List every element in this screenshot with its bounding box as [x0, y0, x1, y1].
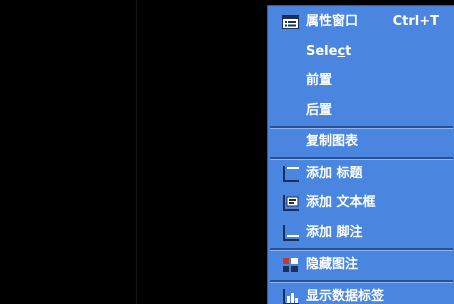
menu-item-label: 添加 脚注 — [306, 225, 363, 240]
add-footnote-icon — [281, 224, 301, 242]
menu-item-bring-to-front[interactable]: 前置 — [268, 67, 454, 95]
menu-item-send-to-back[interactable]: 后置 — [268, 97, 454, 125]
menu-item-add-title[interactable]: 添加 标题 — [268, 160, 454, 188]
add-textbox-icon — [281, 194, 301, 212]
menu-item-shortcut: Ctrl+T — [392, 14, 439, 29]
menu-item-label: 显示数据标签 — [306, 289, 385, 304]
chart-context-menu: 属性窗口 Ctrl+T Select 前置 后置 复制图表 添加 标题 添加 文… — [267, 5, 454, 304]
menu-item-add-textbox[interactable]: 添加 文本框 — [268, 189, 454, 217]
properties-window-icon — [281, 13, 301, 31]
menu-item-label: Select — [306, 44, 352, 59]
show-data-labels-icon — [281, 288, 301, 304]
menu-item-label: 前置 — [306, 73, 333, 88]
menu-item-label: 添加 标题 — [306, 166, 363, 181]
menu-item-properties-window[interactable]: 属性窗口 Ctrl+T — [268, 8, 454, 36]
menu-item-label: 添加 文本框 — [306, 195, 376, 210]
menu-item-copy-chart[interactable]: 复制图表 — [268, 128, 454, 156]
menu-item-label: 复制图表 — [306, 134, 359, 149]
menu-item-select[interactable]: Select — [268, 38, 454, 66]
menu-item-hide-legend[interactable]: 隐藏图注 — [268, 251, 454, 279]
add-title-icon — [281, 165, 301, 183]
menu-item-show-data-labels[interactable]: 显示数据标签 — [268, 283, 454, 304]
hide-legend-icon — [281, 256, 301, 274]
menu-item-add-footnote[interactable]: 添加 脚注 — [268, 219, 454, 247]
menu-item-label: 隐藏图注 — [306, 257, 359, 272]
menu-item-label: 属性窗口 — [306, 14, 359, 29]
chart-area-edge — [136, 0, 137, 304]
menu-item-label: 后置 — [306, 103, 333, 118]
